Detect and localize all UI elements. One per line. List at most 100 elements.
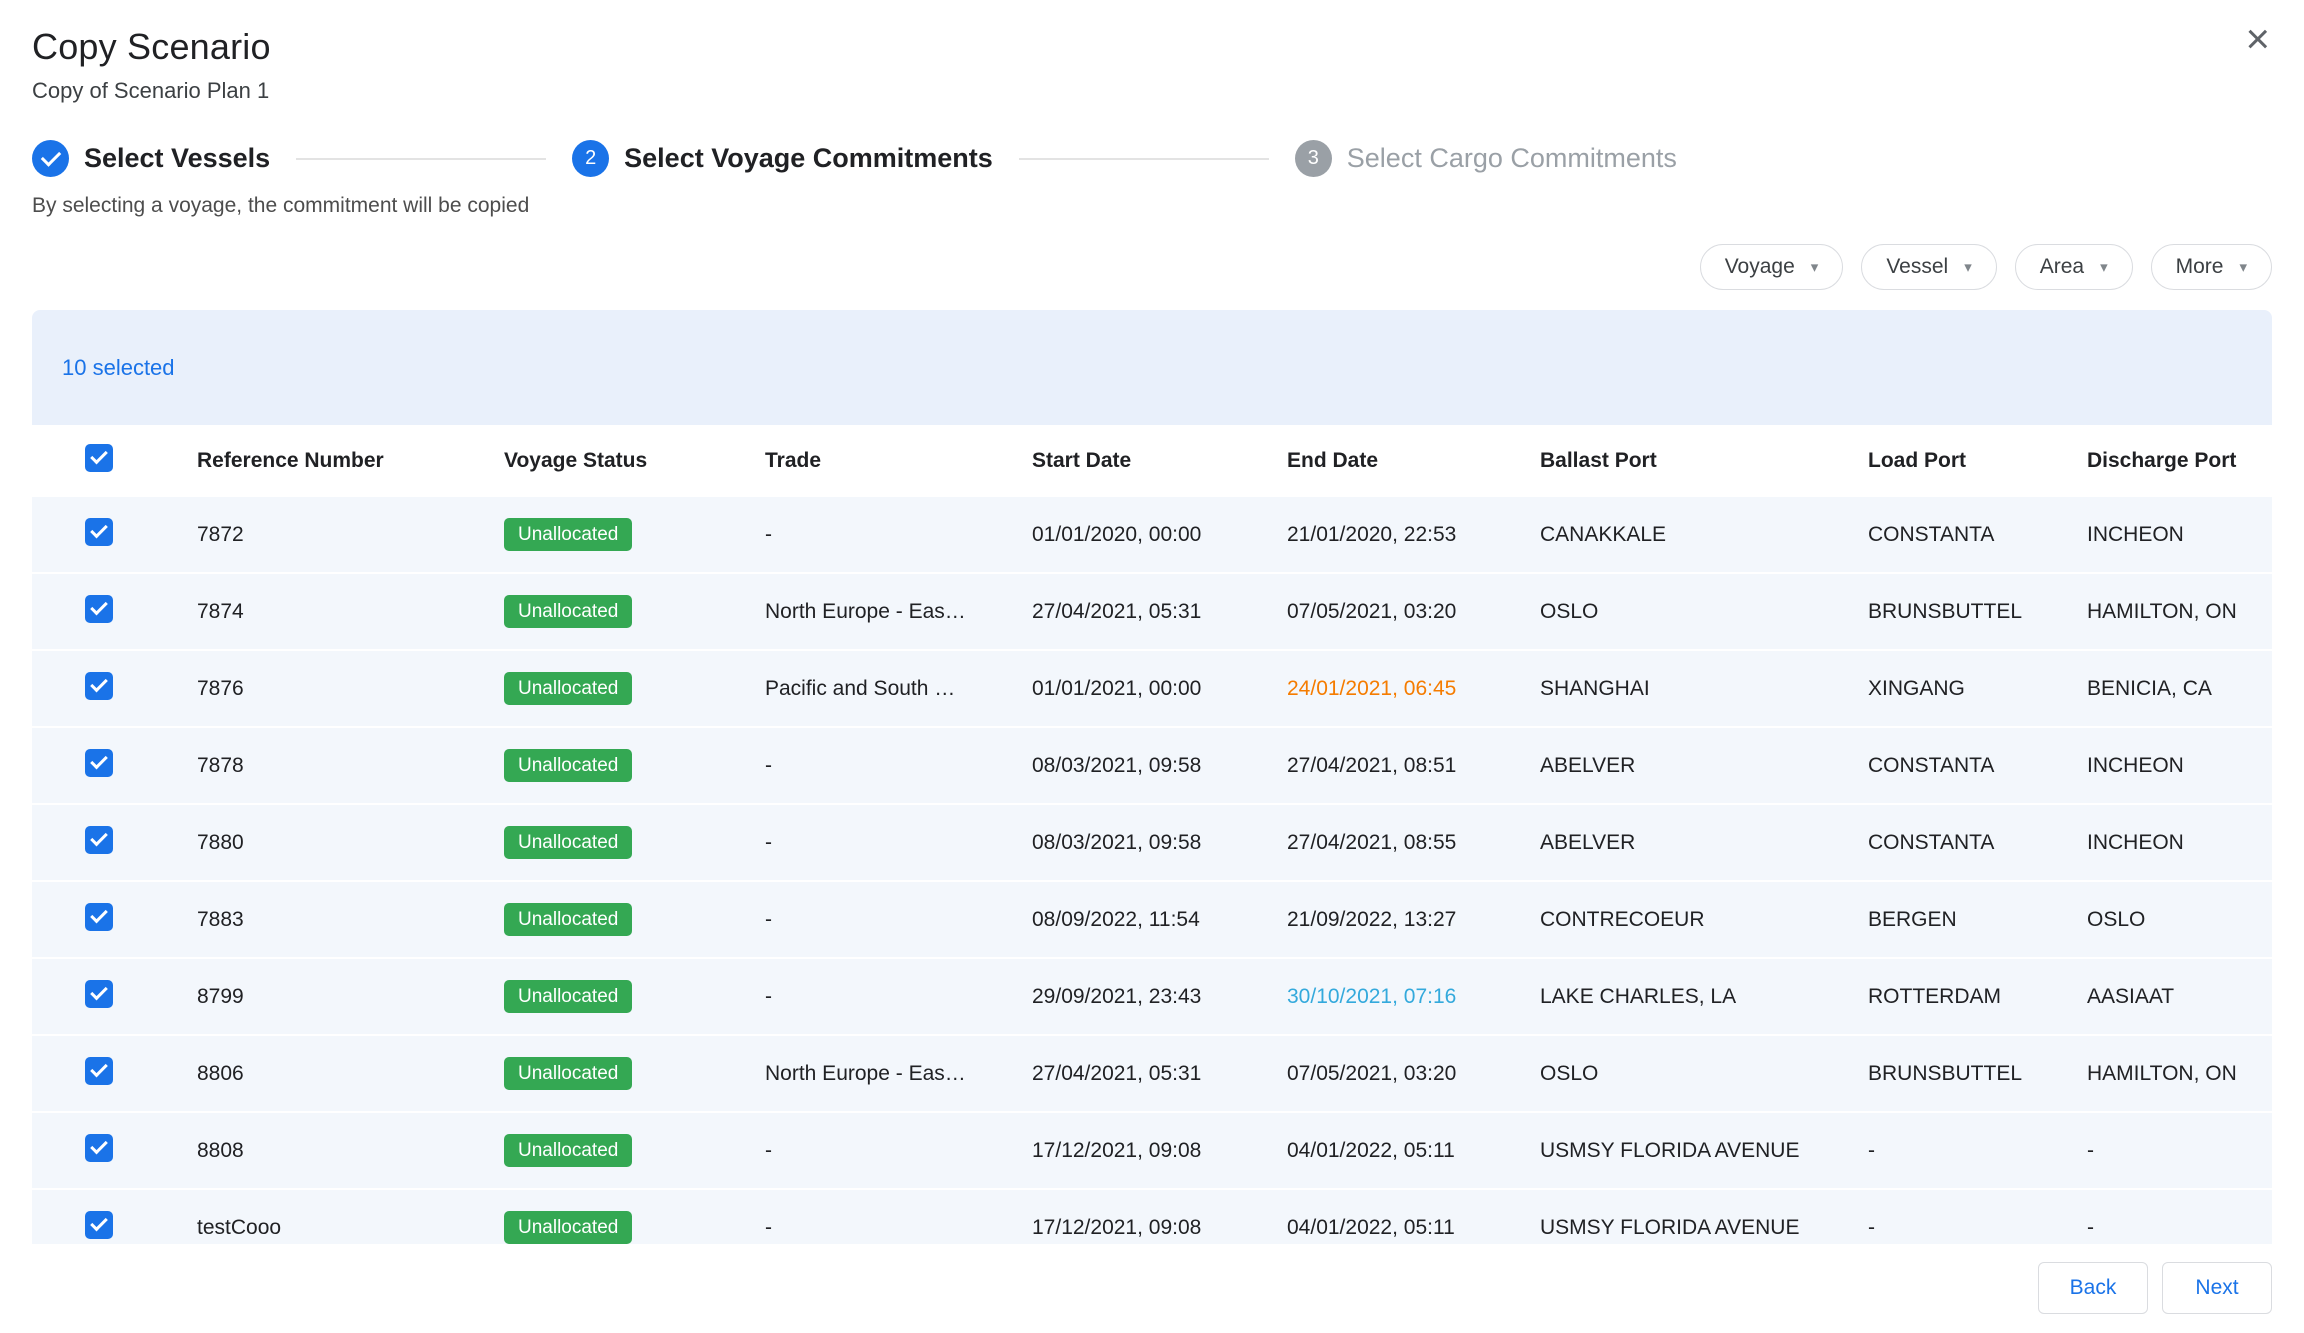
trade-cell: North Europe - Eas… — [765, 600, 1032, 624]
step-number-badge: 3 — [1295, 140, 1332, 177]
step-select-vessels[interactable]: Select Vessels — [32, 140, 270, 177]
end-date-cell: 24/01/2021, 06:45 — [1287, 677, 1540, 701]
table-row[interactable]: 8806 Unallocated North Europe - Eas… 27/… — [32, 1036, 2272, 1113]
load-port-cell: - — [1868, 1216, 2087, 1240]
table-row[interactable]: 7874 Unallocated North Europe - Eas… 27/… — [32, 574, 2272, 651]
start-date-cell: 01/01/2020, 00:00 — [1032, 523, 1287, 547]
back-button[interactable]: Back — [2038, 1262, 2148, 1314]
start-date-cell: 08/09/2022, 11:54 — [1032, 908, 1287, 932]
vessel-filter-button[interactable]: Vessel ▾ — [1861, 244, 1996, 290]
row-checkbox[interactable] — [85, 980, 113, 1008]
column-header-reference-number: Reference Number — [197, 449, 504, 473]
page-title: Copy Scenario — [32, 26, 2268, 68]
reference-number-cell: 7883 — [197, 908, 504, 932]
load-port-cell: BERGEN — [1868, 908, 2087, 932]
table-row[interactable]: 8808 Unallocated - 17/12/2021, 09:08 04/… — [32, 1113, 2272, 1190]
select-all-checkbox[interactable] — [85, 444, 113, 472]
discharge-port-cell: INCHEON — [2087, 831, 2272, 855]
more-filter-button[interactable]: More ▾ — [2151, 244, 2272, 290]
end-date-cell: 21/01/2020, 22:53 — [1287, 523, 1540, 547]
footer-actions: Back Next — [0, 1244, 2304, 1314]
reference-number-cell: 8806 — [197, 1062, 504, 1086]
discharge-port-cell: BENICIA, CA — [2087, 677, 2272, 701]
column-header-end-date: End Date — [1287, 449, 1540, 473]
table-row[interactable]: 7880 Unallocated - 08/03/2021, 09:58 27/… — [32, 805, 2272, 882]
table-row[interactable]: 8799 Unallocated - 29/09/2021, 23:43 30/… — [32, 959, 2272, 1036]
row-checkbox[interactable] — [85, 672, 113, 700]
filter-label: Voyage — [1725, 255, 1795, 279]
load-port-cell: CONSTANTA — [1868, 831, 2087, 855]
next-button[interactable]: Next — [2162, 1262, 2272, 1314]
chevron-down-icon: ▾ — [1964, 258, 1972, 276]
row-checkbox[interactable] — [85, 518, 113, 546]
status-badge: Unallocated — [504, 1134, 632, 1167]
step-select-voyage-commitments[interactable]: 2 Select Voyage Commitments — [572, 140, 993, 177]
end-date-cell: 04/01/2022, 05:11 — [1287, 1139, 1540, 1163]
voyage-filter-button[interactable]: Voyage ▾ — [1700, 244, 1844, 290]
status-badge: Unallocated — [504, 1057, 632, 1090]
selection-count: 10 selected — [32, 310, 2272, 425]
start-date-cell: 27/04/2021, 05:31 — [1032, 1062, 1287, 1086]
reference-number-cell: 7872 — [197, 523, 504, 547]
end-date-cell: 30/10/2021, 07:16 — [1287, 985, 1540, 1009]
table-row[interactable]: 7883 Unallocated - 08/09/2022, 11:54 21/… — [32, 882, 2272, 959]
start-date-cell: 17/12/2021, 09:08 — [1032, 1139, 1287, 1163]
ballast-port-cell: CANAKKALE — [1540, 523, 1868, 547]
reference-number-cell: 7874 — [197, 600, 504, 624]
reference-number-cell: 7878 — [197, 754, 504, 778]
trade-cell: - — [765, 985, 1032, 1009]
column-header-start-date: Start Date — [1032, 449, 1287, 473]
row-checkbox[interactable] — [85, 1211, 113, 1239]
load-port-cell: - — [1868, 1139, 2087, 1163]
table-body: 7872 Unallocated - 01/01/2020, 00:00 21/… — [32, 497, 2272, 1244]
row-checkbox[interactable] — [85, 1057, 113, 1085]
row-checkbox[interactable] — [85, 903, 113, 931]
step-select-cargo-commitments[interactable]: 3 Select Cargo Commitments — [1295, 140, 1677, 177]
discharge-port-cell: INCHEON — [2087, 523, 2272, 547]
table-row[interactable]: 7872 Unallocated - 01/01/2020, 00:00 21/… — [32, 497, 2272, 574]
row-checkbox[interactable] — [85, 595, 113, 623]
filter-label: Vessel — [1886, 255, 1948, 279]
start-date-cell: 01/01/2021, 00:00 — [1032, 677, 1287, 701]
modal-subtitle: Copy of Scenario Plan 1 — [32, 78, 2268, 104]
table-row[interactable]: testCooo Unallocated - 17/12/2021, 09:08… — [32, 1190, 2272, 1244]
stepper-connector — [1019, 158, 1269, 160]
end-date-cell: 07/05/2021, 03:20 — [1287, 1062, 1540, 1086]
area-filter-button[interactable]: Area ▾ — [2015, 244, 2133, 290]
column-header-discharge-port: Discharge Port — [2087, 449, 2272, 473]
chevron-down-icon: ▾ — [2100, 258, 2108, 276]
end-date-cell: 21/09/2022, 13:27 — [1287, 908, 1540, 932]
discharge-port-cell: INCHEON — [2087, 754, 2272, 778]
reference-number-cell: testCooo — [197, 1216, 504, 1240]
close-icon[interactable]: × — [2245, 18, 2270, 60]
start-date-cell: 17/12/2021, 09:08 — [1032, 1216, 1287, 1240]
row-checkbox[interactable] — [85, 749, 113, 777]
row-checkbox[interactable] — [85, 1134, 113, 1162]
discharge-port-cell: AASIAAT — [2087, 985, 2272, 1009]
row-checkbox[interactable] — [85, 826, 113, 854]
table-header-row: Reference Number Voyage Status Trade Sta… — [32, 425, 2272, 497]
table-row[interactable]: 7878 Unallocated - 08/03/2021, 09:58 27/… — [32, 728, 2272, 805]
end-date-cell: 07/05/2021, 03:20 — [1287, 600, 1540, 624]
reference-number-cell: 7876 — [197, 677, 504, 701]
status-badge: Unallocated — [504, 826, 632, 859]
modal-header: Copy Scenario Copy of Scenario Plan 1 × — [0, 0, 2304, 104]
column-header-ballast-port: Ballast Port — [1540, 449, 1868, 473]
filter-bar: Voyage ▾ Vessel ▾ Area ▾ More ▾ — [0, 244, 2304, 290]
reference-number-cell: 7880 — [197, 831, 504, 855]
trade-cell: - — [765, 754, 1032, 778]
column-header-trade: Trade — [765, 449, 1032, 473]
start-date-cell: 29/09/2021, 23:43 — [1032, 985, 1287, 1009]
table-row[interactable]: 7876 Unallocated Pacific and South … 01/… — [32, 651, 2272, 728]
status-badge: Unallocated — [504, 595, 632, 628]
load-port-cell: BRUNSBUTTEL — [1868, 1062, 2087, 1086]
ballast-port-cell: CONTRECOEUR — [1540, 908, 1868, 932]
trade-cell: North Europe - Eas… — [765, 1062, 1032, 1086]
status-badge: Unallocated — [504, 749, 632, 782]
check-icon — [32, 140, 69, 177]
step-number-badge: 2 — [572, 140, 609, 177]
copy-scenario-modal: Copy Scenario Copy of Scenario Plan 1 × … — [0, 0, 2304, 1333]
ballast-port-cell: OSLO — [1540, 600, 1868, 624]
reference-number-cell: 8799 — [197, 985, 504, 1009]
ballast-port-cell: LAKE CHARLES, LA — [1540, 985, 1868, 1009]
